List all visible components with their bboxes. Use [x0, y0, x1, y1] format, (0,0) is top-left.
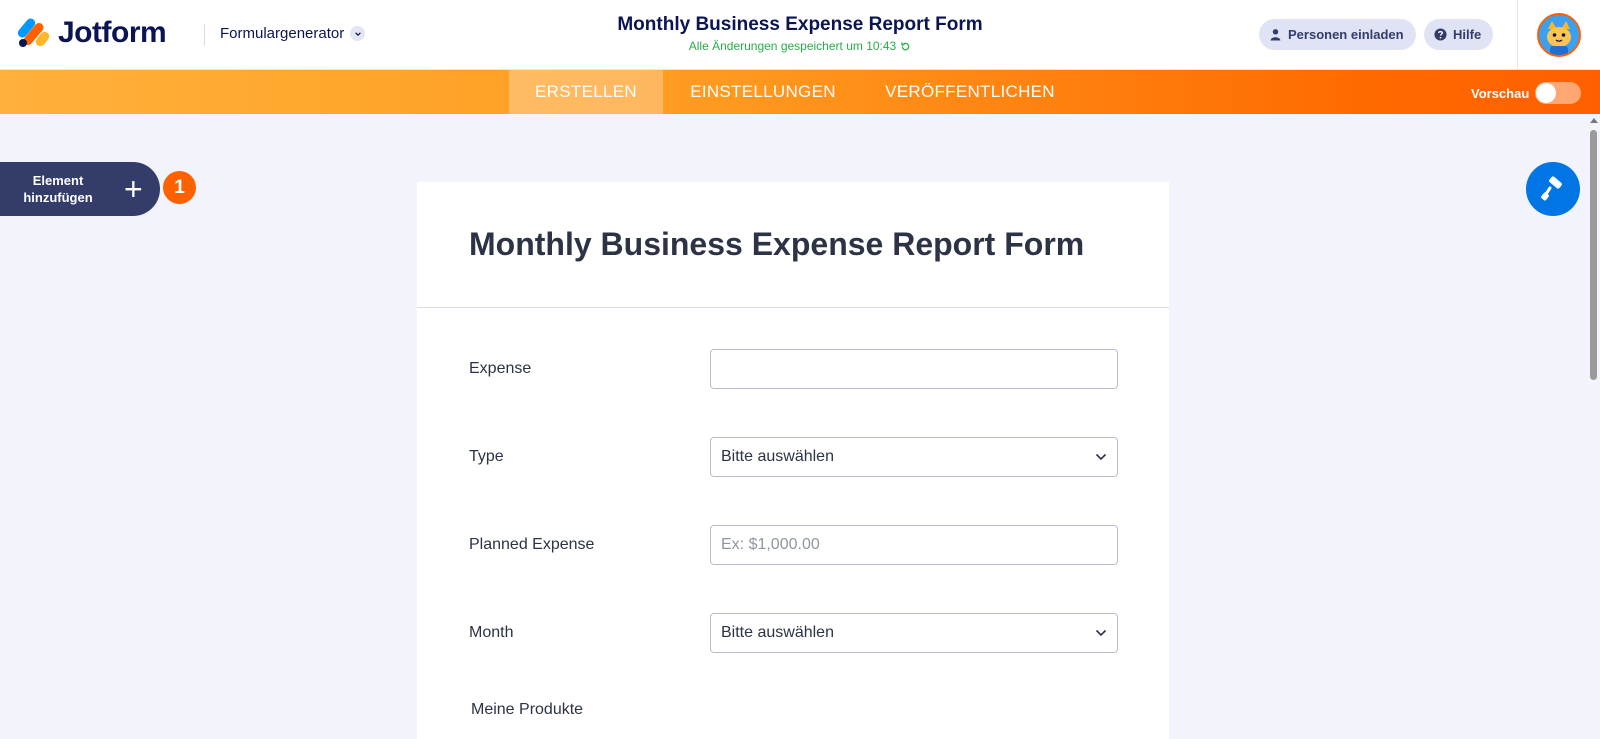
field-row-planned-expense[interactable]: Planned Expense Ex: $1,000.00	[469, 525, 1118, 565]
avatar-image-icon	[1539, 15, 1579, 55]
form-heading[interactable]: Monthly Business Expense Report Form	[469, 226, 1169, 263]
form-canvas: Monthly Business Expense Report Form Exp…	[417, 182, 1169, 739]
tab-publish[interactable]: VERÖFFENTLICHEN	[863, 70, 1077, 114]
field-row-expense[interactable]: Expense	[469, 349, 1118, 389]
field-label: Planned Expense	[469, 536, 595, 553]
form-title[interactable]: Monthly Business Expense Report Form	[560, 14, 1040, 36]
header-divider	[204, 24, 205, 46]
top-header: Jotform Formulargenerator Monthly Busine…	[0, 0, 1600, 70]
preview-toggle[interactable]	[1535, 82, 1582, 104]
page-scrollbar[interactable]	[1587, 114, 1600, 739]
step-badge: 1	[163, 171, 196, 204]
type-select[interactable]: Bitte auswählen	[710, 437, 1118, 477]
tab-settings[interactable]: EINSTELLUNGEN	[663, 70, 863, 114]
chevron-down-icon	[1095, 629, 1107, 637]
builder-switcher[interactable]: Formulargenerator	[220, 25, 366, 42]
field-row-type[interactable]: Type Bitte auswählen	[469, 437, 1118, 477]
plus-icon: +	[124, 171, 143, 207]
expense-input[interactable]	[710, 349, 1118, 389]
preview-control: Vorschau	[1471, 82, 1582, 104]
field-label: Month	[469, 624, 514, 641]
select-value: Bitte auswählen	[721, 448, 834, 465]
question-circle-icon	[1434, 28, 1447, 41]
field-row-month[interactable]: Month Bitte auswählen	[469, 613, 1118, 653]
form-title-block: Monthly Business Expense Report Form All…	[560, 14, 1040, 55]
save-status-text: Alle Änderungen gespeichert um 10:43	[688, 39, 897, 53]
jotform-logo-icon	[15, 16, 52, 49]
invite-people-button[interactable]: Personen einladen	[1259, 19, 1416, 50]
form-header[interactable]: Monthly Business Expense Report Form	[417, 182, 1169, 308]
select-value: Bitte auswählen	[721, 624, 834, 641]
toggle-knob	[1536, 83, 1557, 103]
header-divider	[1517, 0, 1518, 70]
field-label: Expense	[469, 360, 532, 377]
paint-roller-icon	[1541, 176, 1562, 201]
user-avatar[interactable]	[1537, 13, 1581, 57]
help-button[interactable]: Hilfe	[1424, 19, 1494, 50]
chevron-down-icon	[1095, 453, 1107, 461]
jotform-logo[interactable]: Jotform	[15, 16, 167, 50]
logo-text: Jotform	[58, 16, 167, 49]
refresh-icon	[901, 41, 910, 50]
builder-nav: ERSTELLEN EINSTELLUNGEN VERÖFFENTLICHEN …	[0, 70, 1600, 114]
products-label[interactable]: Meine Produkte	[471, 701, 583, 719]
month-select[interactable]: Bitte auswählen	[710, 613, 1118, 653]
builder-label: Formulargenerator	[220, 25, 345, 42]
form-designer-button[interactable]	[1526, 162, 1580, 216]
person-icon	[1270, 29, 1281, 41]
chevron-down-icon	[350, 26, 366, 41]
help-label: Hilfe	[1453, 27, 1482, 42]
tab-create[interactable]: ERSTELLEN	[509, 70, 663, 114]
add-element-label: Element hinzufügen	[23, 173, 93, 205]
invite-label: Personen einladen	[1288, 27, 1404, 42]
field-label: Type	[469, 448, 504, 465]
scroll-up-arrow-icon[interactable]	[1590, 118, 1598, 123]
scrollbar-thumb[interactable]	[1590, 130, 1597, 380]
save-status: Alle Änderungen gespeichert um 10:43	[689, 39, 911, 53]
preview-label: Vorschau	[1471, 85, 1530, 101]
planned-expense-input[interactable]: Ex: $1,000.00	[710, 525, 1118, 565]
add-element-button[interactable]: Element hinzufügen +	[0, 162, 160, 216]
